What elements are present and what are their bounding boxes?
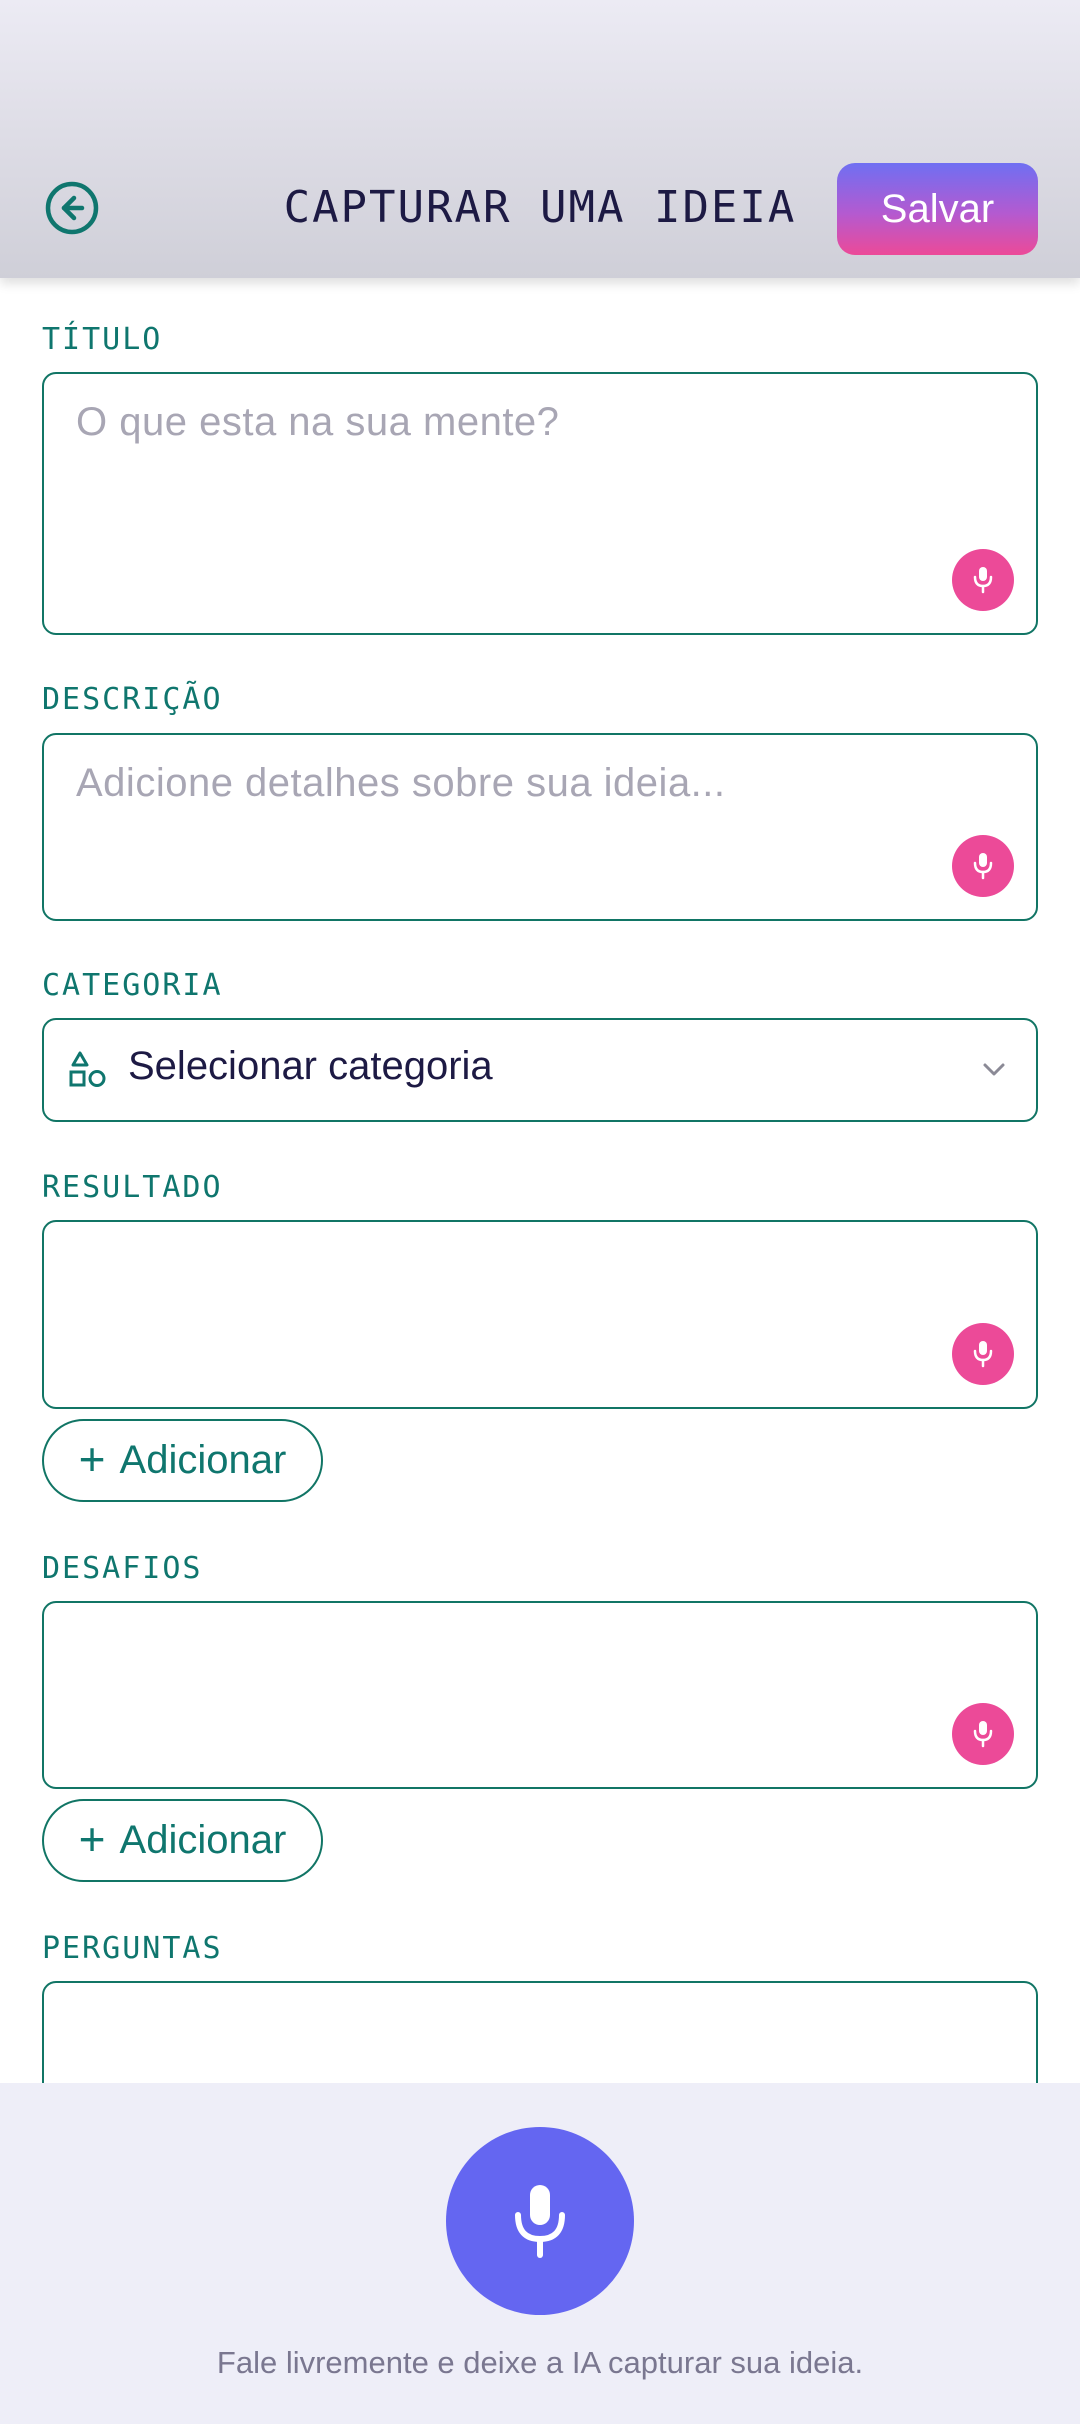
microphone-icon <box>973 853 993 880</box>
top-app-bar: CAPTURAR UMA IDEIA Salvar <box>0 0 1080 278</box>
microphone-icon <box>973 567 993 594</box>
result-mic-button[interactable] <box>952 1323 1014 1385</box>
questions-label: PERGUNTAS <box>42 1931 223 1966</box>
add-result-label: Adicionar <box>119 1438 287 1482</box>
title-placeholder: O que esta na sua mente? <box>76 400 560 444</box>
description-field[interactable]: Adicione detalhes sobre sua ideia... <box>42 733 1038 921</box>
result-label: RESULTADO <box>42 1170 223 1205</box>
voice-hint: Fale livremente e deixe a IA capturar su… <box>216 2345 864 2380</box>
plus-icon: + <box>78 1812 106 1865</box>
add-challenge-button[interactable]: + Adicionar <box>42 1799 323 1882</box>
microphone-icon <box>515 2185 565 2258</box>
shapes-icon <box>69 1051 106 1087</box>
microphone-icon <box>973 1721 993 1748</box>
save-button[interactable]: Salvar <box>837 163 1038 255</box>
challenges-field[interactable] <box>42 1601 1038 1789</box>
category-label: CATEGORIA <box>42 968 223 1003</box>
result-field[interactable] <box>42 1220 1038 1409</box>
challenges-label: DESAFIOS <box>42 1551 203 1586</box>
category-selected-value: Selecionar categoria <box>128 1044 493 1088</box>
voice-record-button[interactable] <box>446 2127 634 2315</box>
add-challenge-label: Adicionar <box>119 1818 287 1862</box>
title-mic-button[interactable] <box>952 549 1014 611</box>
add-result-button[interactable]: + Adicionar <box>42 1419 323 1502</box>
microphone-icon <box>973 1341 993 1368</box>
category-select[interactable]: Selecionar categoria <box>42 1018 1038 1122</box>
title-label: TÍTULO <box>42 322 163 357</box>
chevron-down-icon <box>983 1063 1005 1076</box>
description-label: DESCRIÇÃO <box>42 682 223 717</box>
voice-capture-bar: Fale livremente e deixe a IA capturar su… <box>0 2083 1080 2424</box>
description-placeholder: Adicione detalhes sobre sua ideia... <box>76 761 726 805</box>
description-mic-button[interactable] <box>952 835 1014 897</box>
title-field[interactable]: O que esta na sua mente? <box>42 372 1038 635</box>
challenges-mic-button[interactable] <box>952 1703 1014 1765</box>
plus-icon: + <box>78 1432 106 1485</box>
